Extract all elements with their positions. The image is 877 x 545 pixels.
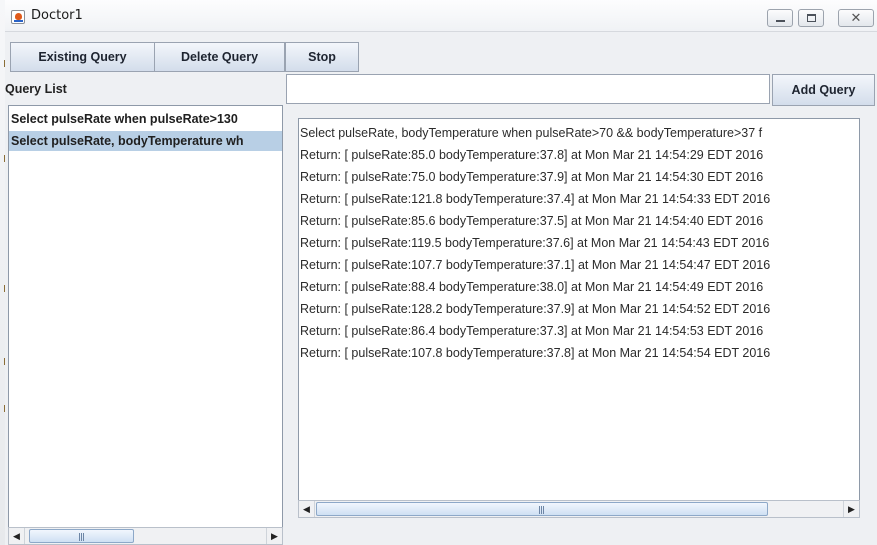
- results-line: Return: [ pulseRate:85.6 bodyTemperature…: [300, 214, 764, 228]
- window-title: Doctor1: [31, 8, 83, 23]
- results-horizontal-scrollbar[interactable]: ◀ ▶: [298, 500, 860, 518]
- scrollbar-thumb[interactable]: [316, 502, 768, 516]
- results-line: Return: [ pulseRate:75.0 bodyTemperature…: [300, 170, 764, 184]
- add-query-button[interactable]: Add Query: [772, 74, 875, 106]
- edge-mark: [4, 285, 5, 292]
- edge-mark: [4, 358, 5, 365]
- query-list[interactable]: Select pulseRate when pulseRate>130 Sele…: [8, 105, 283, 530]
- query-list-item-selected[interactable]: Select pulseRate, bodyTemperature wh: [9, 131, 282, 151]
- maximize-icon: [806, 14, 816, 22]
- results-line: Return: [ pulseRate:86.4 bodyTemperature…: [300, 324, 764, 338]
- stop-button[interactable]: Stop: [285, 42, 359, 72]
- delete-query-button[interactable]: Delete Query: [154, 42, 285, 72]
- results-line: Return: [ pulseRate:85.0 bodyTemperature…: [300, 148, 764, 162]
- java-app-icon: [11, 10, 25, 24]
- results-line: Return: [ pulseRate:121.8 bodyTemperatur…: [300, 192, 771, 206]
- scrollbar-thumb[interactable]: [29, 529, 134, 543]
- minimize-icon: [775, 20, 785, 22]
- results-panel[interactable]: Select pulseRate, bodyTemperature when p…: [298, 118, 860, 518]
- results-line: Return: [ pulseRate:107.7 bodyTemperatur…: [300, 258, 771, 272]
- arrow-right-icon[interactable]: ▶: [843, 501, 859, 517]
- edge-mark: [4, 60, 5, 67]
- edge-mark: [4, 155, 5, 162]
- results-line: Return: [ pulseRate:119.5 bodyTemperatur…: [300, 236, 770, 250]
- results-line: Return: [ pulseRate:107.8 bodyTemperatur…: [300, 346, 771, 360]
- existing-query-button[interactable]: Existing Query: [10, 42, 155, 72]
- maximize-button[interactable]: [798, 9, 824, 27]
- arrow-left-icon[interactable]: ◀: [9, 528, 25, 544]
- grip-icon: [78, 533, 84, 541]
- results-line: Return: [ pulseRate:128.2 bodyTemperatur…: [300, 302, 771, 316]
- arrow-left-icon[interactable]: ◀: [299, 501, 315, 517]
- query-list-horizontal-scrollbar[interactable]: ◀ ▶: [8, 527, 283, 545]
- close-button[interactable]: ✕: [838, 9, 874, 27]
- results-line: Return: [ pulseRate:88.4 bodyTemperature…: [300, 280, 764, 294]
- query-input[interactable]: [286, 74, 770, 104]
- edge-mark: [4, 405, 5, 412]
- results-query-line: Select pulseRate, bodyTemperature when p…: [300, 126, 763, 140]
- query-list-item[interactable]: Select pulseRate when pulseRate>130: [9, 109, 282, 129]
- minimize-button[interactable]: [767, 9, 793, 27]
- arrow-right-icon[interactable]: ▶: [266, 528, 282, 544]
- grip-icon: [539, 506, 544, 514]
- application-window: Doctor1 ✕ Existing Query Delete Query St…: [0, 0, 877, 545]
- title-bar[interactable]: Doctor1 ✕: [5, 0, 877, 32]
- close-icon: ✕: [850, 10, 862, 26]
- query-list-label: Query List: [5, 82, 67, 96]
